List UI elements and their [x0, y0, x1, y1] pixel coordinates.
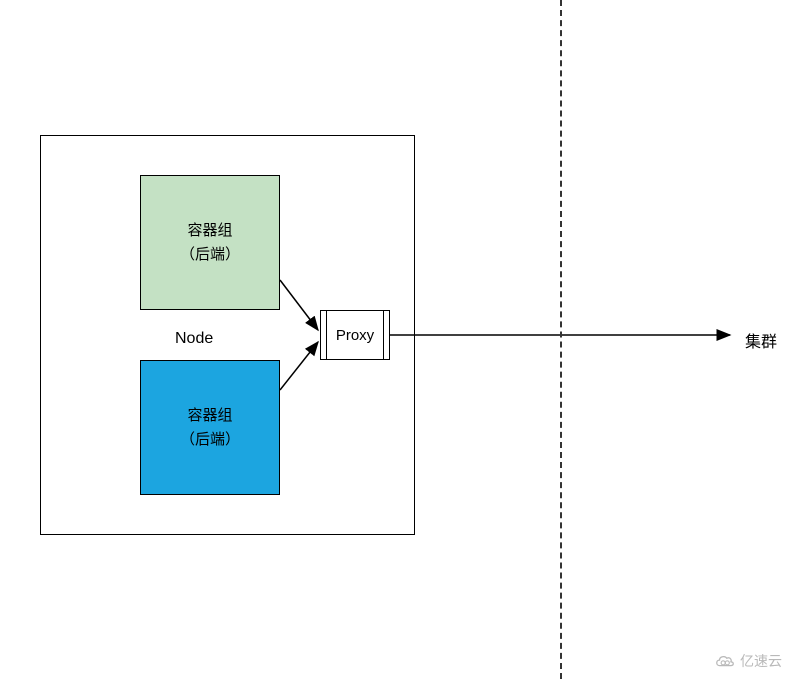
cloud-icon — [714, 653, 736, 669]
pod-blue-line2: （后端） — [180, 431, 240, 448]
pod-green: 容器组 （后端） — [140, 175, 280, 310]
pod-blue-line1: 容器组 — [187, 407, 232, 424]
pod-green-line2: （后端） — [180, 246, 240, 263]
cluster-label: 集群 — [745, 328, 777, 352]
pod-blue-text: 容器组 （后端） — [180, 404, 240, 452]
proxy-box: Proxy — [320, 310, 390, 360]
node-label: Node — [175, 330, 213, 348]
pod-green-text: 容器组 （后端） — [180, 219, 240, 267]
proxy-label: Proxy — [336, 327, 374, 344]
watermark-text: 亿速云 — [740, 651, 782, 671]
dashed-boundary — [560, 0, 562, 679]
pod-blue: 容器组 （后端） — [140, 360, 280, 495]
pod-green-line1: 容器组 — [187, 222, 232, 239]
watermark: 亿速云 — [714, 651, 782, 671]
